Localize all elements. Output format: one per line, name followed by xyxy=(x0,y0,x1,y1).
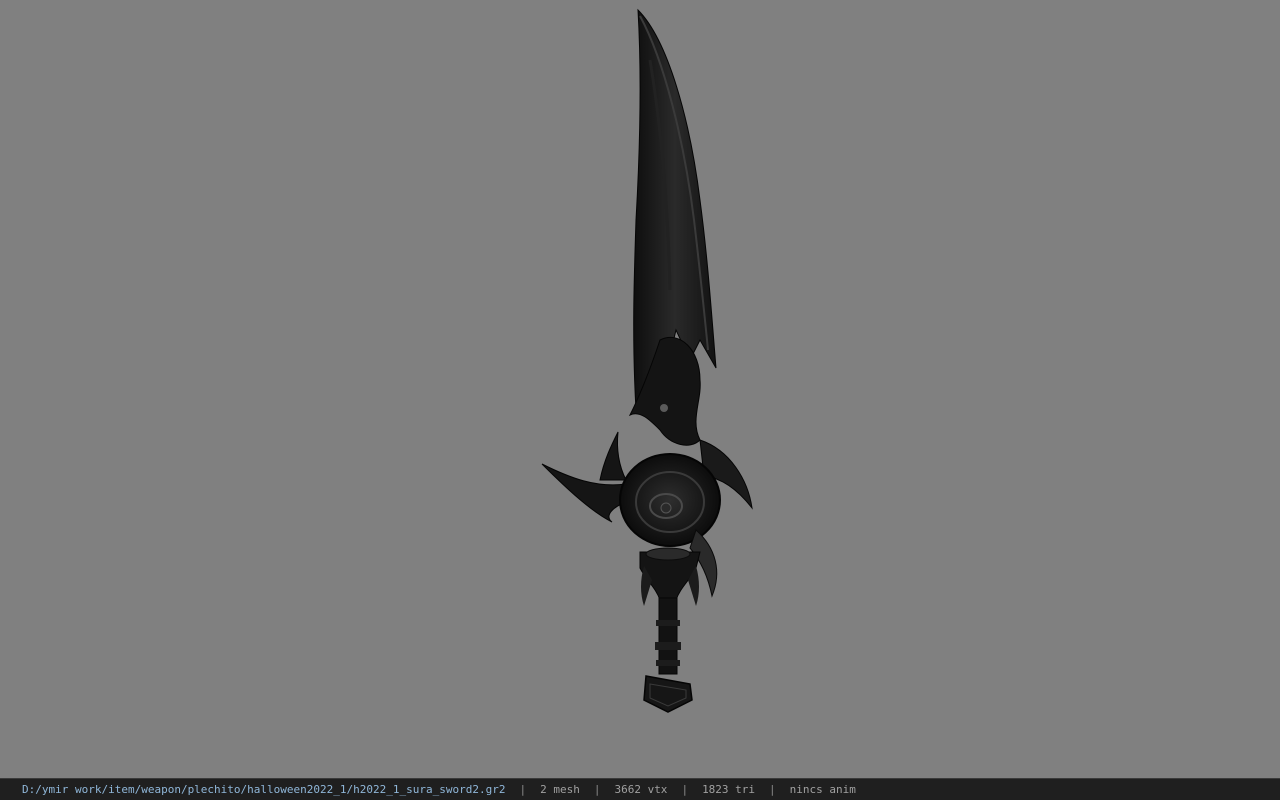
separator: | xyxy=(769,783,776,796)
sword-model[interactable] xyxy=(0,0,1280,778)
separator: | xyxy=(519,783,527,796)
sword-pommel xyxy=(643,675,693,713)
separator: | xyxy=(593,783,601,796)
animation-status: nincs anim xyxy=(789,783,856,796)
sword-gem xyxy=(660,404,668,412)
file-path: D:/ymir work/item/weapon/plechito/hallow… xyxy=(22,783,506,796)
vertex-count: 3662 vtx xyxy=(614,783,668,796)
mesh-count: 2 mesh xyxy=(540,783,580,796)
sword-spike-top xyxy=(599,431,627,481)
status-bar: D:/ymir work/item/weapon/plechito/hallow… xyxy=(0,778,1280,800)
triangle-count: 1823 tri xyxy=(702,783,756,796)
3d-viewport[interactable] xyxy=(0,0,1280,778)
separator: | xyxy=(681,783,689,796)
